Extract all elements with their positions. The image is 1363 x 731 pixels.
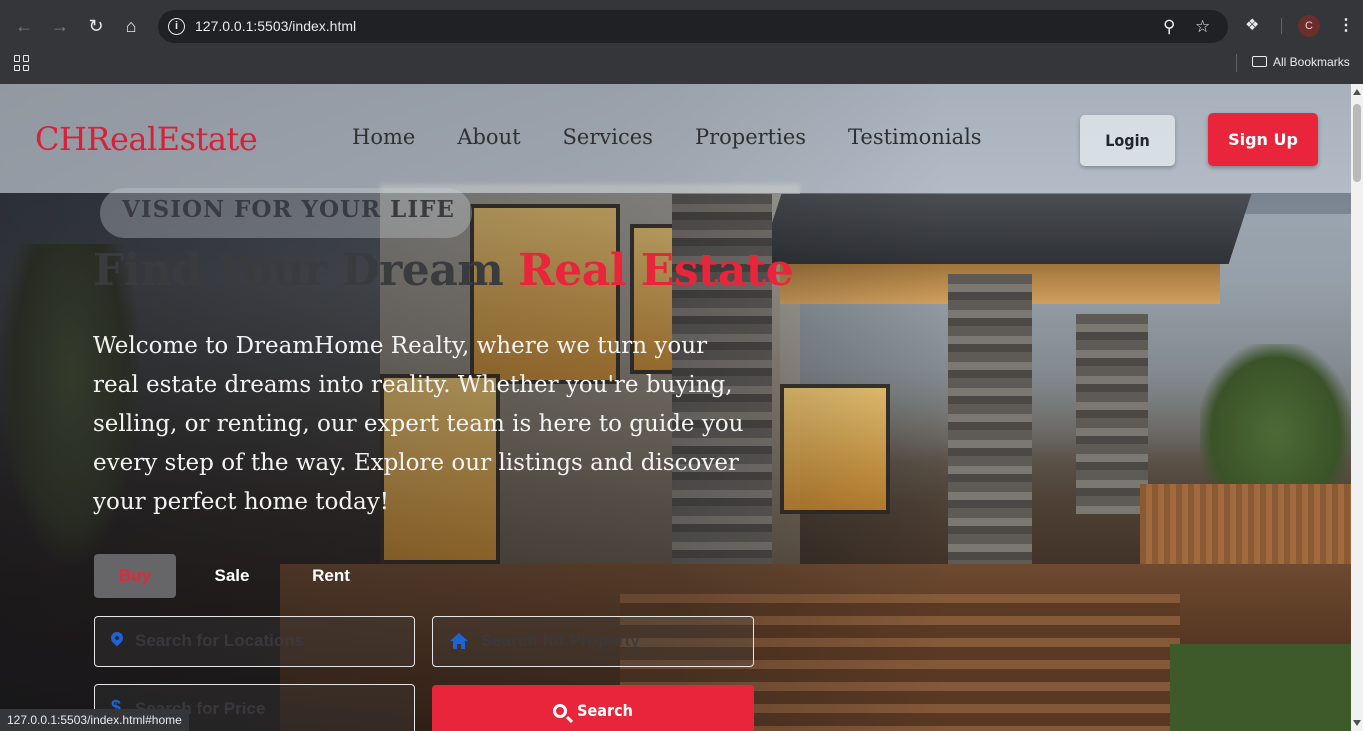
hero-intro: Welcome to DreamHome Realty, where we tu… <box>93 333 744 515</box>
toolbar-divider <box>1281 18 1282 34</box>
folder-icon <box>1252 56 1267 67</box>
all-bookmarks-button[interactable]: All Bookmarks <box>1252 55 1350 69</box>
scroll-up-arrow-icon[interactable] <box>1353 89 1361 95</box>
headline-plain: Find Your Dream <box>93 245 519 296</box>
scroll-down-arrow-icon[interactable] <box>1353 720 1361 726</box>
page-scrollbar[interactable] <box>1351 84 1363 731</box>
site-navbar: CHRealEstate Home About Services Propert… <box>0 84 1351 193</box>
nav-link-properties[interactable]: Properties <box>695 125 806 149</box>
nav-link-testimonials[interactable]: Testimonials <box>848 125 982 149</box>
site-logo[interactable]: CHRealEstate <box>35 120 258 158</box>
link-status-bubble: 127.0.0.1:5503/index.html#home <box>0 709 189 731</box>
signup-button[interactable]: Sign Up <box>1208 113 1318 166</box>
bookmarks-bar <box>0 44 1363 84</box>
location-placeholder[interactable]: Search for Locations <box>135 631 304 651</box>
hero-headline: Find Your Dream Real Estate <box>93 245 794 296</box>
apps-grid-icon[interactable] <box>14 55 30 71</box>
search-icon <box>553 704 568 718</box>
scroll-thumb[interactable] <box>1353 104 1361 182</box>
extensions-icon[interactable]: ❖ <box>1245 15 1259 35</box>
address-bar[interactable]: i 127.0.0.1:5503/index.html ⚲ ☆ <box>158 10 1228 43</box>
tab-rent[interactable]: Rent <box>290 554 372 598</box>
address-url[interactable]: 127.0.0.1:5503/index.html <box>195 18 356 34</box>
property-placeholder[interactable]: Search for Property <box>481 631 640 651</box>
reload-icon[interactable]: ↻ <box>84 14 108 38</box>
zoom-icon[interactable]: ⚲ <box>1163 17 1175 37</box>
bookmarks-divider <box>1236 54 1237 72</box>
hero-tagline: VISION FOR YOUR LIFE <box>122 196 455 223</box>
page-viewport: CHRealEstate Home About Services Propert… <box>0 84 1351 731</box>
nav-link-services[interactable]: Services <box>563 125 653 149</box>
search-button[interactable]: Search <box>432 685 754 731</box>
profile-avatar[interactable]: C <box>1298 15 1320 37</box>
nav-links: Home About Services Properties Testimoni… <box>352 125 1024 149</box>
headline-accent: Real Estate <box>518 245 794 296</box>
property-search-field[interactable]: Search for Property <box>432 616 754 667</box>
menu-kebab-icon[interactable]: ⋮ <box>1338 15 1354 35</box>
location-search-field[interactable]: Search for Locations <box>94 616 415 667</box>
nav-link-about[interactable]: About <box>457 125 520 149</box>
all-bookmarks-label: All Bookmarks <box>1273 55 1350 69</box>
back-icon[interactable]: ← <box>12 14 36 38</box>
nav-link-home[interactable]: Home <box>352 125 415 149</box>
forward-icon[interactable]: → <box>48 14 72 38</box>
home-icon[interactable]: ⌂ <box>119 14 143 38</box>
tab-sale[interactable]: Sale <box>193 554 271 598</box>
house-icon <box>450 633 468 649</box>
search-button-label: Search <box>577 701 633 720</box>
location-pin-icon <box>108 629 126 647</box>
login-button[interactable]: Login <box>1080 115 1175 166</box>
site-info-icon[interactable]: i <box>168 18 185 35</box>
bookmark-star-icon[interactable]: ☆ <box>1195 17 1210 37</box>
tab-buy[interactable]: Buy <box>94 554 176 598</box>
